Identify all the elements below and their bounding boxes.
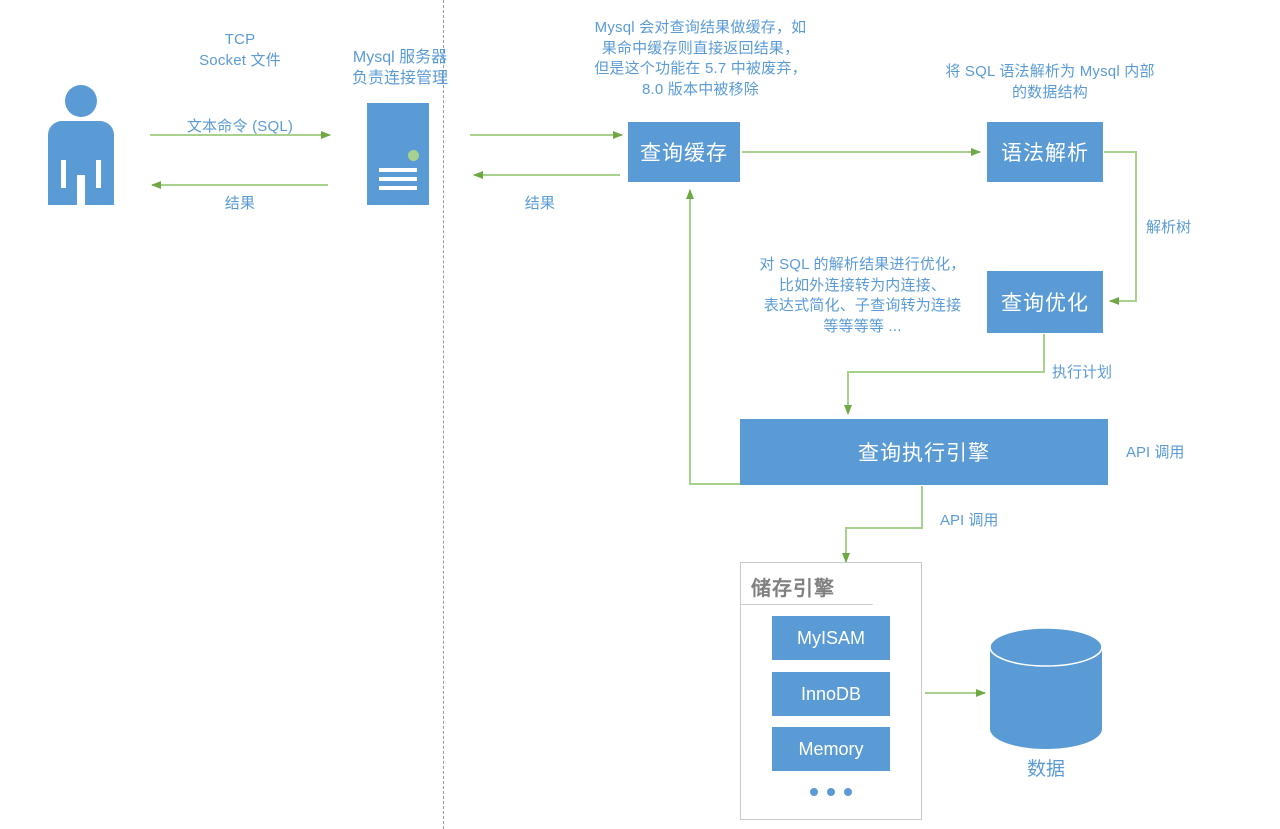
parser-box[interactable]: 语法解析: [987, 122, 1103, 182]
data-store-label: 数据: [1026, 759, 1065, 780]
optimizer-box[interactable]: 查询优化: [987, 271, 1103, 333]
query-cache-box[interactable]: 查询缓存: [628, 122, 740, 182]
dot-icon: [827, 788, 835, 796]
api-call-down-label: API 调用: [940, 512, 999, 529]
dot-icon: [810, 788, 818, 796]
server-response-result-label: 结果: [524, 195, 556, 212]
edge-parser-to-optimizer: [1104, 151, 1137, 305]
data-store-cylinder: [988, 627, 1104, 749]
diagram-canvas: TCP Socket 文件 文本命令 (SQL) 结果 Mysql 服务器 负责…: [0, 0, 1280, 829]
edge-executor-to-storage: [842, 486, 923, 563]
engine-item-memory[interactable]: Memory: [772, 727, 890, 771]
parse-tree-edge-label: 解析树: [1146, 219, 1192, 236]
person-arm-gap-right: [96, 160, 101, 188]
edge-optimizer-to-executor: [844, 334, 1045, 415]
storage-engine-title: 储存引擎: [751, 578, 835, 600]
person-leg-gap: [77, 175, 85, 205]
response-result-label: 结果: [224, 195, 256, 212]
edge-executor-to-cache: [686, 189, 740, 485]
query-executor-box[interactable]: 查询执行引擎: [740, 419, 1108, 485]
person-arm-gap-left: [61, 160, 66, 188]
engine-more-indicator: [772, 786, 890, 798]
request-protocol-label: TCP Socket 文件: [199, 31, 281, 69]
execution-plan-edge-label: 执行计划: [1052, 364, 1113, 381]
section-divider: [443, 0, 444, 829]
server-slot-bar: [379, 177, 417, 181]
client-actor-icon: [48, 85, 114, 205]
server-status-led-icon: [408, 150, 419, 161]
api-call-right-label: API 调用: [1126, 444, 1185, 461]
person-head-icon: [65, 85, 97, 117]
server-slot-bar: [379, 168, 417, 172]
parser-annotation: 将 SQL 语法解析为 Mysql 内部 的数据结构: [945, 63, 1155, 101]
engine-item-myisam[interactable]: MyISAM: [772, 616, 890, 660]
request-command-label: 文本命令 (SQL): [186, 118, 294, 135]
dot-icon: [844, 788, 852, 796]
cylinder-icon: [989, 627, 1103, 749]
mysql-server-caption: Mysql 服务器 负责连接管理: [351, 49, 448, 87]
query-cache-annotation: Mysql 会对查询结果做缓存，如 果命中缓存则直接返回结果， 但是这个功能在 …: [594, 19, 807, 99]
optimizer-annotation: 对 SQL 的解析结果进行优化， 比如外连接转为内连接、 表达式简化、子查询转为…: [759, 256, 966, 336]
mysql-server-icon: [367, 103, 429, 205]
server-slot-bar: [379, 186, 417, 190]
engine-item-innodb[interactable]: InnoDB: [772, 672, 890, 716]
